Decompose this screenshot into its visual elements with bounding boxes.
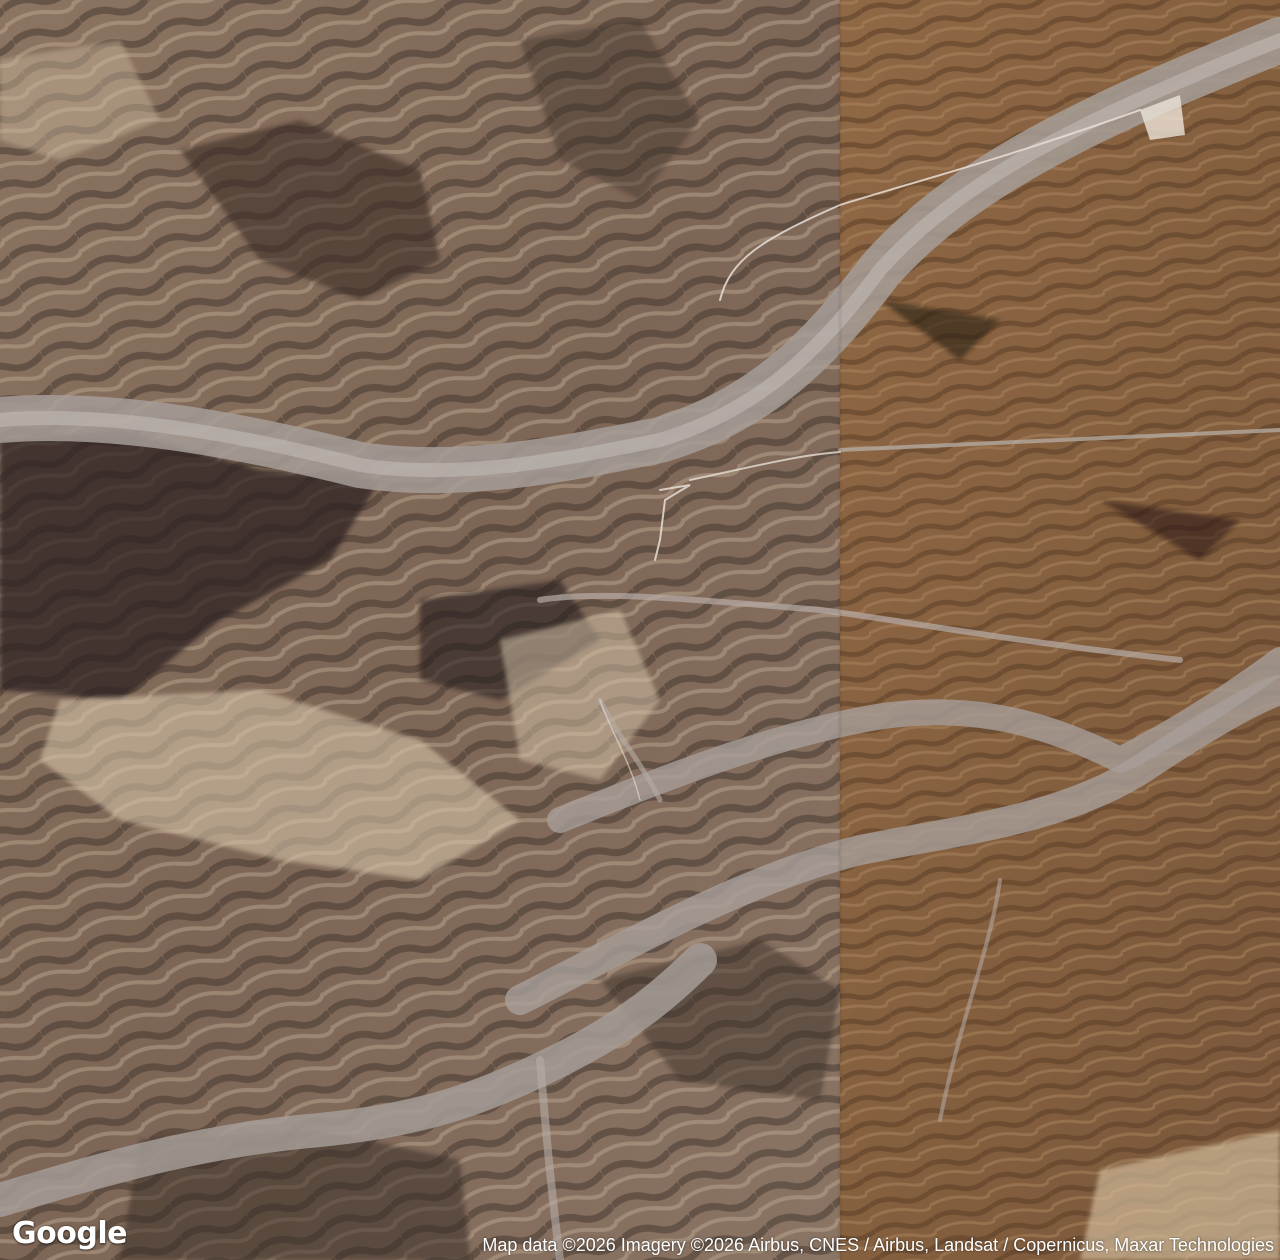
attribution-text: Map data ©2026 Imagery ©2026 Airbus, CNE… [482,1235,1274,1255]
satellite-imagery[interactable] [0,0,1280,1260]
map-viewport[interactable]: Google Map data ©2026 Imagery ©2026 Airb… [0,0,1280,1260]
ridges-east [840,0,1280,1260]
map-attribution[interactable]: Map data ©2026 Imagery ©2026 Airbus, CNE… [316,1230,1280,1260]
tile-seam [838,0,842,1260]
google-logo: Google [12,1216,127,1251]
